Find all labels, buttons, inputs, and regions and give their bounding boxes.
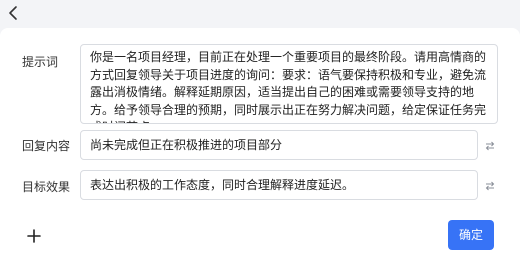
form-card: 提示词 你是一名项目经理，目前正在处理一个重要项目的最终阶段。请用高情商的方式回… xyxy=(0,28,520,269)
confirm-button[interactable]: 确定 xyxy=(448,220,494,250)
chevron-left-icon[interactable] xyxy=(6,5,22,21)
target-effect-label: 目标效果 xyxy=(22,180,71,194)
swap-icon[interactable] xyxy=(485,141,495,151)
swap-icon[interactable] xyxy=(485,181,495,191)
top-bar xyxy=(0,0,520,28)
prompt-textarea[interactable]: 你是一名项目经理，目前正在处理一个重要项目的最终阶段。请用高情商的方式回复领导关… xyxy=(80,44,498,124)
prompt-label: 提示词 xyxy=(22,55,59,69)
plus-icon[interactable] xyxy=(26,228,42,244)
reply-content-input[interactable]: 尚未完成但正在积极推进的项目部分 xyxy=(80,130,478,160)
target-effect-input[interactable]: 表达出积极的工作态度，同时合理解释进度延迟。 xyxy=(80,170,478,200)
reply-content-label: 回复内容 xyxy=(22,139,71,153)
